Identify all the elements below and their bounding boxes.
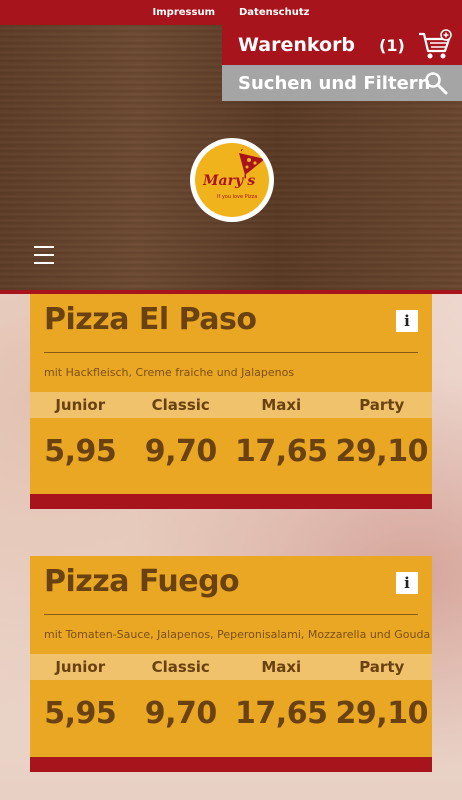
size-label: Classic bbox=[151, 658, 210, 676]
size-label: Maxi bbox=[261, 658, 302, 676]
price-classic[interactable]: 9,70 bbox=[131, 426, 232, 478]
price-party[interactable]: 29,10 bbox=[332, 426, 433, 478]
pizza-description: mit Tomaten-Sauce, Jalapenos, Peperonisa… bbox=[44, 628, 431, 641]
search-icon bbox=[425, 72, 448, 95]
info-button[interactable]: i bbox=[396, 572, 418, 594]
price-classic[interactable]: 9,70 bbox=[131, 688, 232, 740]
search-filter-button[interactable]: Suchen und Filtern bbox=[222, 65, 462, 101]
hamburger-icon[interactable] bbox=[34, 246, 54, 264]
price-maxi[interactable]: 17,65 bbox=[231, 426, 332, 478]
search-filter-label: Suchen und Filtern bbox=[238, 72, 431, 94]
size-header-row: Junior Classic Maxi Party bbox=[30, 392, 432, 418]
top-nav: Impressum Datenschutz bbox=[0, 0, 462, 25]
datenschutz-link[interactable]: Datenschutz bbox=[239, 7, 309, 18]
card-footer-bar bbox=[30, 494, 432, 509]
logo-tagline: If you love Pizza bbox=[217, 194, 258, 200]
pizza-card: Pizza El Paso i mit Hackfleisch, Creme f… bbox=[30, 294, 432, 509]
divider bbox=[44, 352, 418, 353]
info-button[interactable]: i bbox=[396, 310, 418, 332]
size-label: Junior bbox=[55, 658, 106, 676]
pizza-title: Pizza Fuego bbox=[44, 564, 240, 599]
price-junior[interactable]: 5,95 bbox=[30, 688, 131, 740]
cart-button[interactable]: Warenkorb (1) bbox=[222, 25, 462, 65]
price-row: 5,95 9,70 17,65 29,10 bbox=[30, 426, 432, 478]
logo-name: Mary's bbox=[203, 173, 256, 189]
price-maxi[interactable]: 17,65 bbox=[231, 688, 332, 740]
impressum-link[interactable]: Impressum bbox=[153, 7, 215, 18]
pizza-card: Pizza Fuego i mit Tomaten-Sauce, Jalapen… bbox=[30, 556, 432, 772]
price-party[interactable]: 29,10 bbox=[332, 688, 433, 740]
size-label: Junior bbox=[55, 396, 106, 414]
price-row: 5,95 9,70 17,65 29,10 bbox=[30, 688, 432, 740]
cart-label: Warenkorb bbox=[238, 34, 356, 56]
price-junior[interactable]: 5,95 bbox=[30, 426, 131, 478]
pizza-description: mit Hackfleisch, Creme fraiche und Jalap… bbox=[44, 366, 295, 379]
cart-count: (1) bbox=[379, 35, 405, 55]
card-footer-bar bbox=[30, 757, 432, 772]
pizza-title: Pizza El Paso bbox=[44, 302, 257, 337]
size-header-row: Junior Classic Maxi Party bbox=[30, 654, 432, 680]
size-label: Party bbox=[359, 658, 405, 676]
cart-icon bbox=[419, 29, 452, 59]
size-label: Classic bbox=[151, 396, 210, 414]
size-label: Maxi bbox=[261, 396, 302, 414]
size-label: Party bbox=[359, 396, 405, 414]
marys-logo[interactable]: Mary's If you love Pizza bbox=[190, 138, 274, 222]
divider bbox=[44, 614, 418, 615]
